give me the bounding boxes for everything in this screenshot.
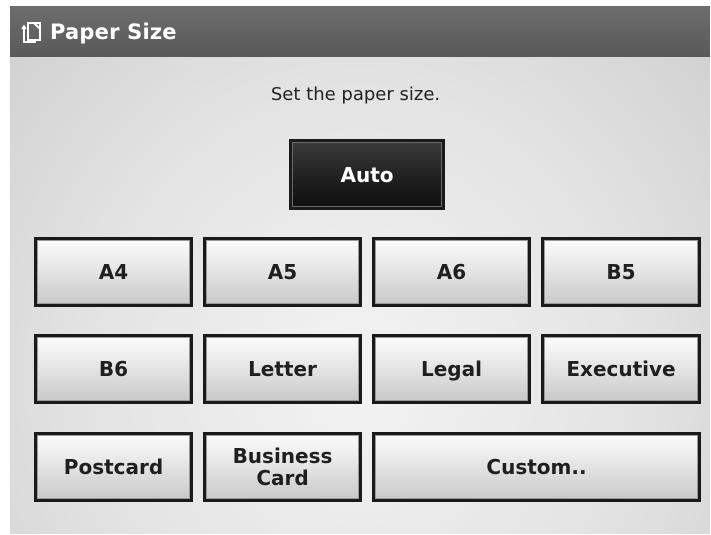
b5-button-label: B5	[606, 260, 636, 284]
letter-button-label: Letter	[248, 357, 317, 381]
postcard-button-label: Postcard	[63, 455, 164, 479]
title-bar: Paper Size	[10, 6, 710, 57]
custom-button-label: Custom..	[486, 455, 587, 479]
legal-button-label: Legal	[421, 357, 482, 381]
a6-button[interactable]: A6	[372, 237, 531, 307]
custom-button[interactable]: Custom..	[372, 432, 701, 502]
letter-button[interactable]: Letter	[203, 334, 362, 404]
business-card-button[interactable]: Business Card	[203, 432, 362, 502]
auto-button-label: Auto	[340, 162, 394, 187]
a6-button-label: A6	[436, 260, 467, 284]
postcard-button[interactable]: Postcard	[34, 432, 193, 502]
auto-button[interactable]: Auto	[289, 139, 445, 210]
a4-button[interactable]: A4	[34, 237, 193, 307]
b6-button[interactable]: B6	[34, 334, 193, 404]
dialog-title: Paper Size	[50, 19, 177, 44]
b5-button[interactable]: B5	[541, 237, 701, 307]
a5-button[interactable]: A5	[203, 237, 362, 307]
paper-size-icon	[20, 20, 44, 44]
business-card-button-label: Business Card	[232, 444, 333, 490]
a4-button-label: A4	[98, 260, 129, 284]
instruction-text: Set the paper size.	[270, 84, 441, 105]
a5-button-label: A5	[267, 260, 298, 284]
executive-button[interactable]: Executive	[541, 334, 701, 404]
legal-button[interactable]: Legal	[372, 334, 531, 404]
b6-button-label: B6	[98, 357, 129, 381]
executive-button-label: Executive	[566, 357, 676, 381]
